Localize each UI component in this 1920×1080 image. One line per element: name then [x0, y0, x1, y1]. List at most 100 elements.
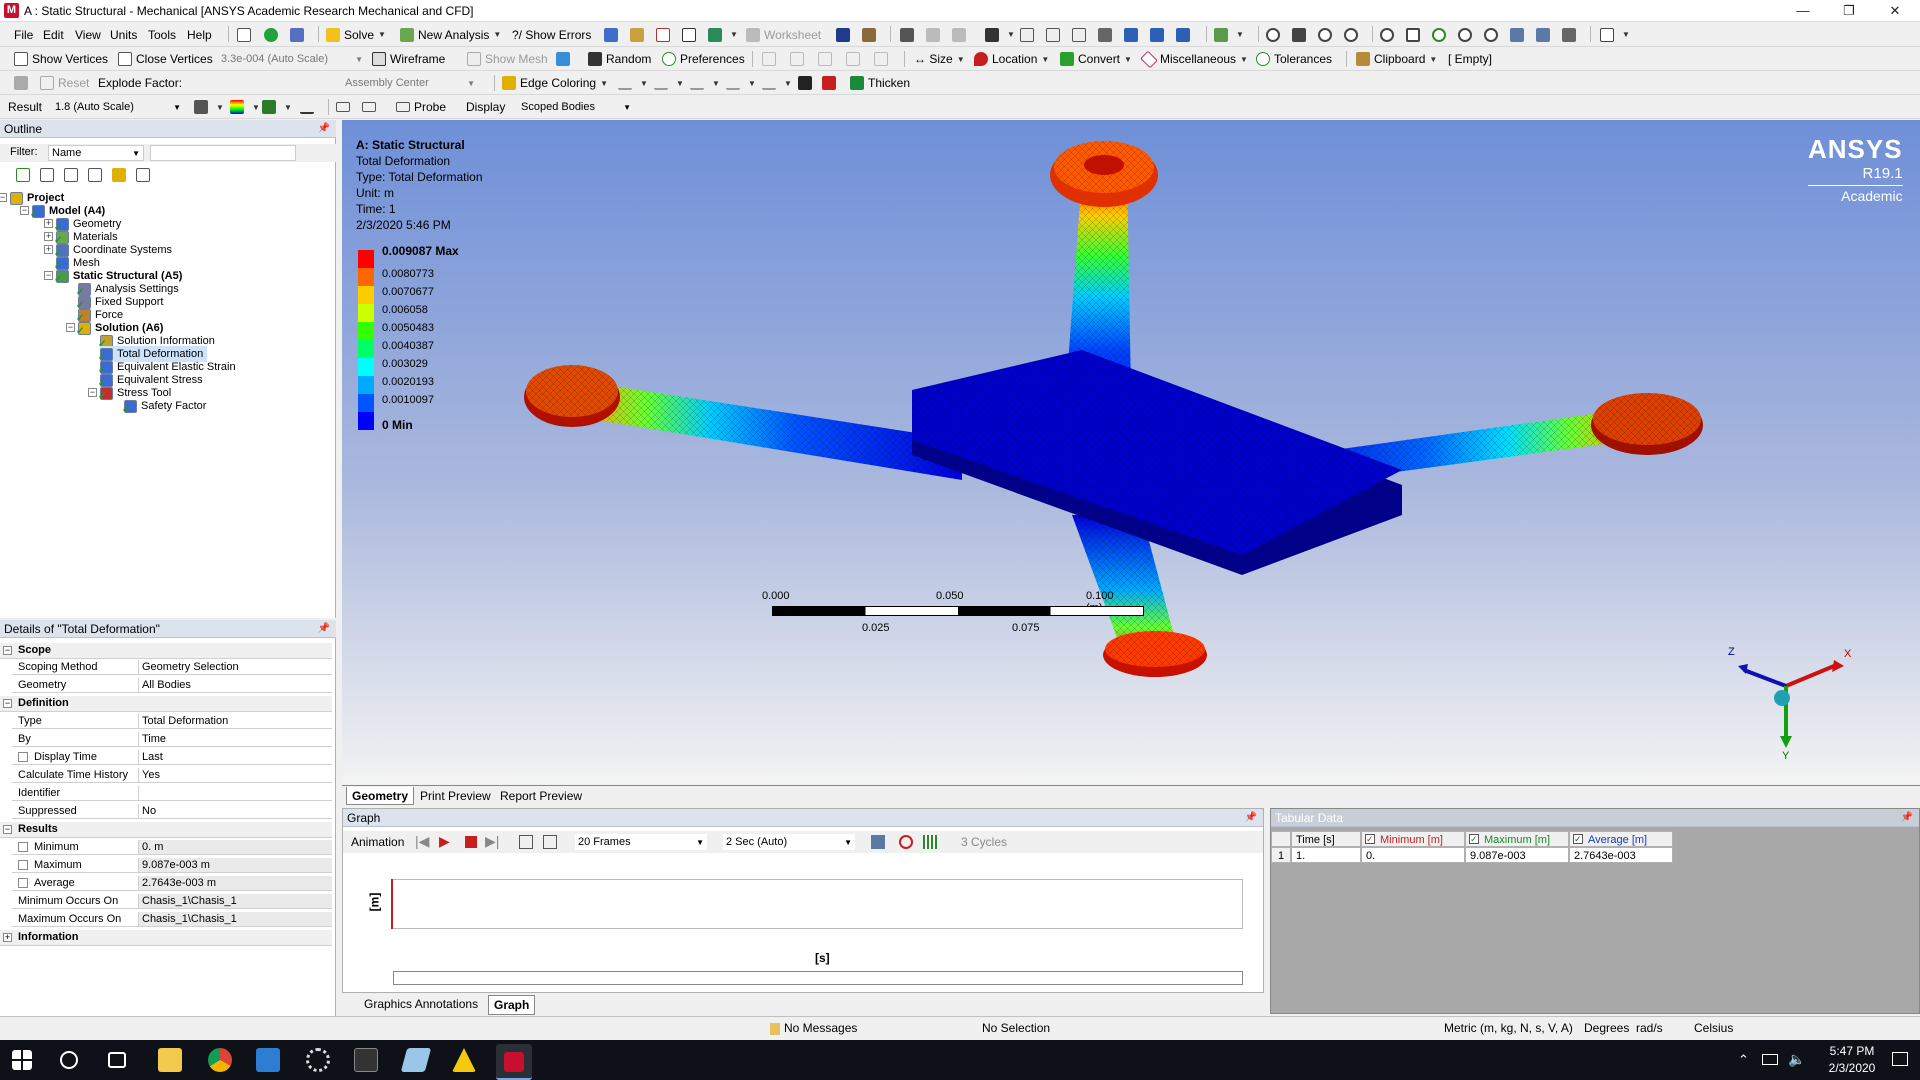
tree-expander-icon[interactable]: − — [66, 323, 75, 332]
terminal-icon[interactable] — [354, 1048, 378, 1072]
graphics-viewport[interactable]: A: Static Structural Total Deformation T… — [342, 120, 1920, 784]
dimension-icon-5[interactable] — [874, 48, 892, 70]
minimum-checkbox[interactable] — [18, 842, 28, 852]
toolbar-icon-report[interactable] — [630, 23, 648, 46]
edge-style-icon-5[interactable]: ▼ — [762, 72, 792, 94]
tab-print-preview[interactable]: Print Preview — [415, 787, 496, 805]
export-video-icon[interactable] — [871, 835, 885, 849]
tree-expander-icon[interactable]: − — [20, 206, 29, 215]
filter-input[interactable] — [150, 145, 296, 161]
display-combo[interactable]: Scoped Bodies ▼ — [518, 99, 634, 115]
status-degrees[interactable]: Degrees — [1584, 1018, 1629, 1038]
zoom-in-icon[interactable] — [1432, 23, 1450, 46]
tabular-cell-average[interactable]: 2.7643e-003 — [1569, 847, 1673, 863]
edge-pen-icon[interactable] — [798, 72, 816, 94]
status-units[interactable]: Metric (m, kg, N, s, V, A) — [1444, 1018, 1573, 1038]
next-view-icon[interactable] — [1536, 23, 1554, 46]
show-vertices-button[interactable]: Show Vertices — [14, 48, 108, 70]
task-view-icon[interactable] — [108, 1052, 126, 1068]
tree-item[interactable]: ✓ Safety Factor — [122, 398, 206, 414]
select-body-icon[interactable] — [1098, 23, 1116, 46]
close-vertices-button[interactable]: Close Vertices — [118, 48, 213, 70]
select-node-icon[interactable] — [1124, 23, 1142, 46]
pin-icon[interactable]: 📌 — [1901, 809, 1913, 827]
file-explorer-icon[interactable] — [158, 1048, 182, 1072]
edge-thick-icon[interactable] — [822, 72, 840, 94]
dimension-icon-4[interactable] — [846, 48, 864, 70]
graph-grid-icon[interactable] — [923, 835, 937, 849]
tab-geometry[interactable]: Geometry — [346, 787, 415, 805]
reset-button[interactable]: Reset — [40, 72, 89, 94]
menu-help[interactable]: Help — [187, 23, 212, 46]
maximum-series-checkbox[interactable]: ✓ — [1469, 834, 1479, 844]
random-colors-icon[interactable] — [556, 48, 574, 70]
new-analysis-button[interactable]: New Analysis ▼ — [400, 23, 501, 46]
edge-style-icon-3[interactable]: ▼ — [690, 72, 720, 94]
toolbar-icon-annotation[interactable] — [682, 23, 700, 46]
miscellaneous-button[interactable]: Miscellaneous ▼ — [1140, 48, 1248, 70]
average-series-checkbox[interactable]: ✓ — [1573, 834, 1583, 844]
zoom-icon[interactable] — [1318, 23, 1336, 46]
close-button[interactable]: ✕ — [1872, 0, 1918, 22]
contour-icon[interactable]: ▼ — [230, 96, 260, 118]
network-icon[interactable] — [1762, 1054, 1778, 1065]
dimension-icon-3[interactable] — [818, 48, 836, 70]
zoom-graph-icon[interactable] — [899, 835, 913, 849]
tabular-cell-minimum[interactable]: 0. — [1361, 847, 1465, 863]
select-mode-2-icon[interactable] — [926, 23, 944, 46]
details-row-average[interactable]: Average 2.7643e-003 m — [12, 876, 332, 891]
maximum-checkbox[interactable] — [18, 860, 28, 870]
tabular-header-average[interactable]: ✓ Average [m] — [1569, 831, 1673, 847]
check-icon[interactable] — [264, 23, 282, 46]
play-icon[interactable]: ▶ — [439, 833, 450, 850]
tree-search-icon[interactable] — [64, 168, 78, 182]
status-rads[interactable]: rad/s — [1636, 1018, 1663, 1038]
pin-icon[interactable]: 📌 — [318, 620, 330, 638]
dimension-icon-1[interactable] — [762, 48, 780, 70]
tolerances-button[interactable]: Tolerances — [1256, 48, 1332, 70]
location-button[interactable]: Location ▼ — [974, 48, 1049, 70]
filter-combo[interactable]: Name ▼ — [48, 145, 144, 161]
tree-filter-icon[interactable] — [40, 168, 54, 182]
probe-button[interactable]: Probe — [396, 96, 446, 118]
edge-display-icon[interactable]: ▼ — [262, 96, 292, 118]
select-element-icon[interactable] — [1150, 23, 1168, 46]
zoom-fit-icon[interactable] — [1380, 23, 1398, 46]
details-group-scope[interactable]: − Scope — [0, 643, 332, 659]
details-row-maximum[interactable]: Maximum 9.087e-003 m — [12, 858, 332, 873]
maximize-button[interactable]: ❐ — [1826, 0, 1872, 22]
tabular-header-maximum[interactable]: ✓ Maximum [m] — [1465, 831, 1569, 847]
tree-expand-icon[interactable] — [88, 168, 102, 182]
edge-style-icon-2[interactable]: ▼ — [654, 72, 684, 94]
tray-chevron-icon[interactable]: ⌃ — [1738, 1052, 1749, 1068]
zoom-extents-icon[interactable] — [1406, 23, 1424, 46]
taskbar-time[interactable]: 5:47 PM — [1820, 1044, 1884, 1058]
extend-selection-icon[interactable]: ▼ — [1214, 23, 1244, 46]
details-row-geometry[interactable]: Geometry All Bodies — [12, 678, 332, 693]
worksheet-toggle-icon[interactable] — [237, 23, 255, 46]
thicken-button[interactable]: Thicken — [850, 72, 910, 94]
toolbar-icon-figure[interactable] — [656, 23, 674, 46]
details-group-information[interactable]: + Information — [0, 930, 332, 946]
wireframe-button[interactable]: Wireframe — [372, 48, 445, 70]
status-temperature[interactable]: Celsius — [1694, 1018, 1733, 1038]
details-group-definition[interactable]: − Definition — [0, 696, 332, 712]
edge-style-icon-4[interactable]: ▼ — [726, 72, 756, 94]
ansys-mechanical-taskbar-button[interactable] — [496, 1044, 532, 1080]
vertex-tolerance-combo[interactable]: 3.3e-004 (Auto Scale) ▼ — [218, 51, 366, 67]
tree-connect-icon[interactable] — [290, 23, 308, 46]
random-button[interactable]: Random — [588, 48, 651, 70]
menu-units[interactable]: Units — [110, 23, 137, 46]
tab-graph[interactable]: Graph — [488, 995, 536, 1015]
show-errors-button[interactable]: ?/ Show Errors — [512, 23, 591, 46]
taskbar-date[interactable]: 2/3/2020 — [1820, 1061, 1884, 1075]
tree-sort-icon[interactable] — [136, 168, 150, 182]
app-icon-blue[interactable] — [400, 1048, 432, 1072]
menu-tools[interactable]: Tools — [148, 23, 176, 46]
tree-expander-icon[interactable]: + — [44, 245, 53, 254]
tree-expander-icon[interactable]: − — [0, 193, 7, 202]
convert-button[interactable]: Convert ▼ — [1060, 48, 1132, 70]
select-elements-icon[interactable] — [1176, 23, 1194, 46]
graph-time-marker[interactable] — [391, 879, 393, 929]
pin-icon[interactable]: 📌 — [318, 120, 330, 138]
